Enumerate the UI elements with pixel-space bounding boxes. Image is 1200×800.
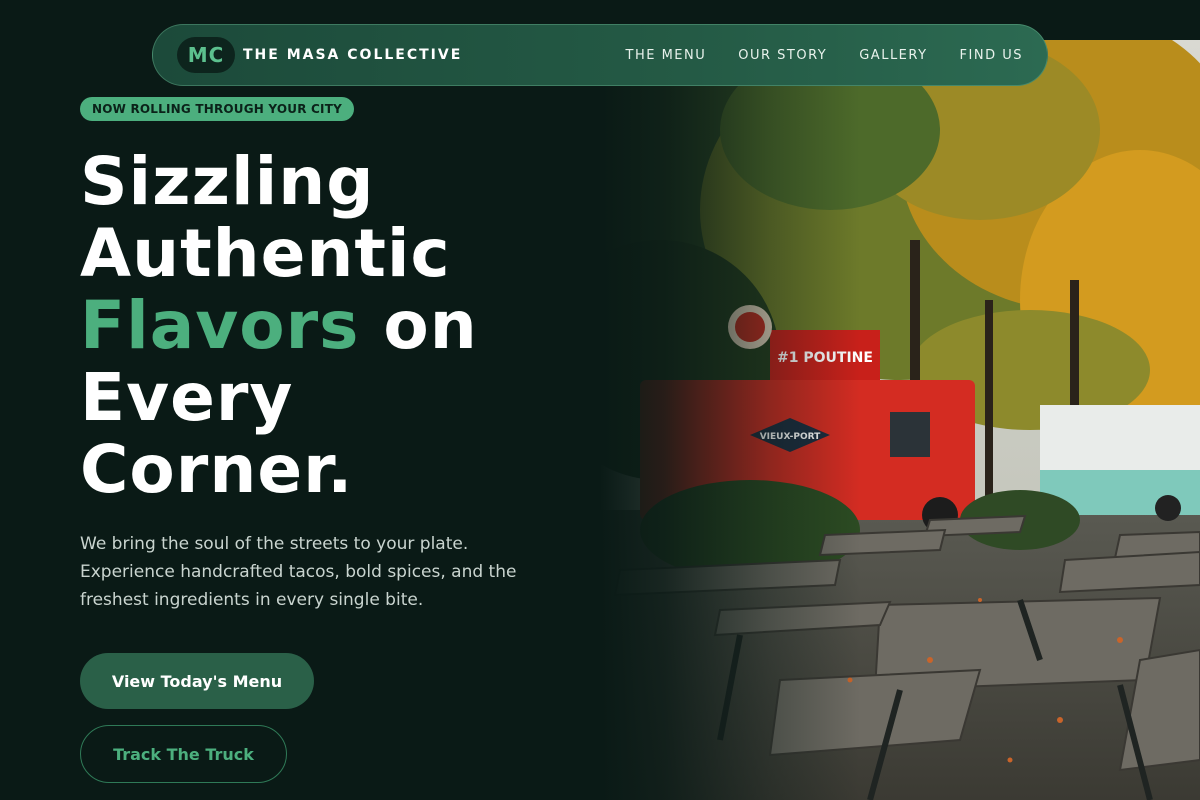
view-menu-button[interactable]: View Today's Menu [80, 653, 314, 709]
navbar: MC THE MASA COLLECTIVE THE MENU OUR STOR… [152, 24, 1048, 86]
truck-logo-text: VIEUX-PORT [760, 432, 821, 442]
headline-line-4: Every [80, 359, 294, 436]
nav-links: THE MENU OUR STORY GALLERY FIND US [626, 48, 1023, 63]
logo-badge[interactable]: MC [177, 37, 235, 73]
headline-line-3-rest: on [359, 287, 478, 364]
hero-description: We bring the soul of the streets to your… [80, 534, 517, 610]
headline-line-1: Sizzling [80, 143, 375, 220]
hero-photo: #1 POUTINE VIEUX-PORT [600, 40, 1200, 800]
track-truck-button[interactable]: Track The Truck [80, 725, 287, 783]
headline-line-5: Corner. [80, 431, 354, 508]
food-truck-park-image: #1 POUTINE VIEUX-PORT [600, 40, 1200, 800]
page: #1 POUTINE VIEUX-PORT MC THE MASA COLLEC… [0, 0, 1200, 800]
nav-link-our-story[interactable]: OUR STORY [738, 48, 827, 63]
hero-badge: NOW ROLLING THROUGH YOUR CITY [80, 97, 354, 121]
hero-headline: Sizzling Authentic Flavors on Every Corn… [80, 146, 600, 506]
nav-link-the-menu[interactable]: THE MENU [626, 48, 707, 63]
headline-line-2: Authentic [80, 215, 451, 292]
headline-accent: Flavors [80, 287, 360, 364]
brand-name[interactable]: THE MASA COLLECTIVE [243, 47, 462, 63]
truck-sign-text: #1 POUTINE [777, 350, 873, 366]
nav-link-gallery[interactable]: GALLERY [859, 48, 927, 63]
nav-link-find-us[interactable]: FIND US [960, 48, 1023, 63]
